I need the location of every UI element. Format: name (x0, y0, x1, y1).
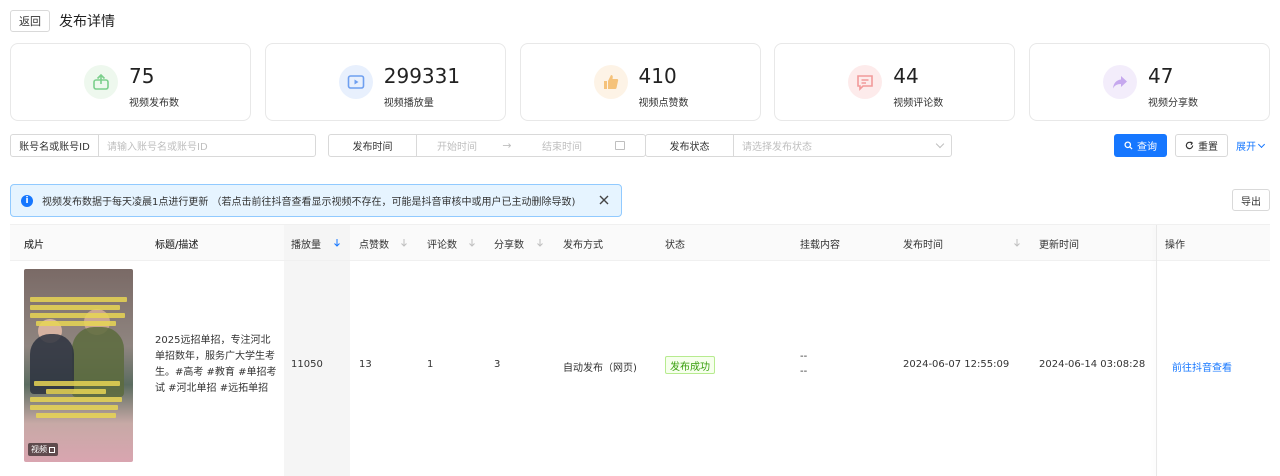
reset-label: 重置 (1198, 142, 1218, 153)
info-alert-text: 视频发布数据于每天凌晨1点进行更新 （若点击前往抖音查看显示视频不存在，可能是抖… (42, 197, 576, 208)
col-header-title: 标题/描述 (155, 239, 199, 251)
upload-icon (84, 65, 118, 99)
arrow-right-icon: → (502, 139, 512, 152)
account-filter: 账号名或账号ID 请输入账号名或账号ID (10, 134, 316, 157)
start-time-input[interactable]: 开始时间 (417, 138, 497, 153)
stat-card-publish: 75 视频发布数 (10, 43, 251, 121)
page-title: 发布详情 (59, 14, 115, 30)
status-badge: 发布成功 (665, 356, 715, 374)
sort-icon[interactable] (468, 238, 476, 248)
filter-bar: 账号名或账号ID 请输入账号名或账号ID 发布时间 开始时间 → 结束时间 发布… (10, 134, 1270, 157)
video-description: 2025远招单招，专注河北单招数年，服务广大学生考生。#高考 #教育 #单招考试… (155, 335, 277, 394)
sort-icon[interactable] (400, 238, 408, 248)
fixed-column-divider (1156, 225, 1157, 476)
cell-publish-time: 2024-06-07 12:55:09 (903, 359, 1010, 370)
sort-down-icon[interactable] (333, 238, 341, 248)
chevron-down-icon[interactable] (935, 139, 945, 149)
refresh-icon (1185, 141, 1194, 150)
reset-button[interactable]: 重置 (1175, 134, 1228, 157)
stat-card-plays: 299331 视频播放量 (264, 43, 506, 121)
copy-icon (49, 446, 55, 453)
stat-value: 47 (1148, 64, 1174, 88)
cell-shares: 3 (494, 359, 501, 370)
stat-label: 视频分享数 (1148, 98, 1198, 109)
cell-plays: 11050 (291, 359, 323, 370)
col-header-method: 发布方式 (563, 239, 603, 251)
col-header-comments[interactable]: 评论数 (427, 225, 457, 261)
info-alert: i 视频发布数据于每天凌晨1点进行更新 （若点击前往抖音查看显示视频不存在，可能… (10, 184, 622, 217)
col-header-action: 操作 (1165, 239, 1185, 251)
stat-value: 299331 (383, 64, 461, 88)
cell-mount-1: -- (800, 351, 808, 362)
thumbs-up-icon (593, 65, 628, 99)
stats-row: 75 视频发布数 299331 视频播放量 410 视频点赞数 44 视频评论数… (10, 43, 1270, 121)
col-header-thumb: 成片 (24, 239, 44, 251)
calendar-icon[interactable] (615, 141, 625, 150)
stat-card-likes: 410 视频点赞数 (519, 43, 761, 121)
cell-method: 自动发布（网页) (563, 363, 637, 374)
col-header-status: 状态 (665, 239, 685, 251)
cell-comments: 1 (427, 359, 434, 370)
sort-icon[interactable] (536, 238, 544, 248)
col-header-mount: 挂载内容 (800, 239, 840, 251)
stat-label: 视频播放量 (383, 98, 434, 109)
close-icon[interactable] (597, 193, 611, 207)
end-time-input[interactable]: 结束时间 (517, 138, 607, 153)
col-header-plays[interactable]: 播放量 (291, 225, 321, 261)
status-filter-label: 发布状态 (646, 135, 734, 156)
status-filter: 发布状态 请选择发布状态 (645, 134, 952, 157)
stat-label: 视频发布数 (129, 98, 179, 109)
table-header-overlay: 成片 标题/描述 播放量 点赞数 评论数 分享数 发布方式 状态 挂载内容 发布… (10, 225, 1270, 261)
stat-label: 视频点赞数 (638, 98, 689, 109)
stat-label: 视频评论数 (893, 98, 944, 109)
video-type-badge: 视频 (28, 443, 58, 456)
stat-card-comments: 44 视频评论数 (774, 43, 1016, 121)
status-select[interactable]: 请选择发布状态 (734, 138, 937, 153)
cell-mount-2: -- (800, 366, 808, 377)
col-header-shares[interactable]: 分享数 (494, 225, 524, 261)
comment-icon (848, 65, 883, 99)
view-on-douyin-link[interactable]: 前往抖音查看 (1172, 359, 1232, 374)
stat-value: 44 (893, 64, 919, 88)
cell-update-time: 2024-06-14 03:08:28 (1039, 359, 1146, 370)
query-button[interactable]: 查询 (1114, 134, 1167, 157)
export-button[interactable]: 导出 (1232, 189, 1270, 211)
cell-likes: 13 (359, 359, 372, 370)
query-label: 查询 (1137, 142, 1157, 153)
publish-table: 成片 标题/描述 成片 标题/描述 播放量 点赞数 评论数 分享数 发布方式 状… (10, 224, 1270, 476)
col-header-likes[interactable]: 点赞数 (359, 225, 389, 261)
video-badge-label: 视频 (31, 445, 47, 454)
top-bar: 返回 发布详情 (10, 10, 115, 32)
col-header-update-time: 更新时间 (1039, 239, 1079, 251)
expand-label: 展开 (1236, 142, 1256, 153)
back-button[interactable]: 返回 (10, 10, 50, 32)
video-play-icon (338, 65, 373, 99)
video-thumbnail[interactable]: 视频 (24, 269, 133, 462)
stat-card-shares: 47 视频分享数 (1029, 43, 1270, 121)
stat-value: 75 (129, 64, 155, 88)
time-filter: 发布时间 开始时间 → 结束时间 (328, 134, 646, 157)
sort-icon[interactable] (1013, 238, 1021, 248)
account-input[interactable]: 请输入账号名或账号ID (99, 135, 315, 156)
stat-value: 410 (638, 64, 677, 88)
info-icon: i (21, 194, 33, 207)
share-icon (1103, 65, 1137, 99)
account-filter-label: 账号名或账号ID (11, 135, 99, 156)
col-header-publish-time[interactable]: 发布时间 (903, 225, 943, 261)
sorted-column-bg (284, 225, 350, 476)
time-filter-label: 发布时间 (329, 135, 417, 156)
search-icon (1124, 141, 1133, 150)
expand-toggle[interactable]: 展开 (1236, 134, 1266, 157)
chevron-down-icon (1257, 140, 1266, 148)
